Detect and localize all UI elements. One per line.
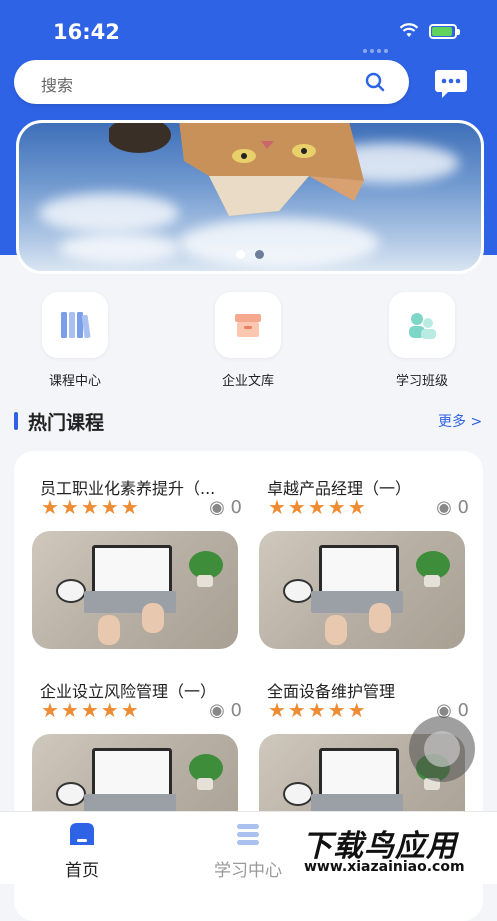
cat-image — [109, 123, 364, 216]
nav-label: 学习班级 — [395, 374, 448, 389]
rating-stars: ★★★★★ — [41, 495, 141, 519]
floating-assistive-button[interactable] — [409, 716, 475, 782]
wifi-icon — [399, 23, 419, 42]
course-thumbnail — [259, 531, 465, 649]
message-icon[interactable] — [434, 68, 468, 104]
rating-stars: ★★★★★ — [41, 698, 141, 722]
rating-stars: ★★★★★ — [268, 495, 368, 519]
course-item[interactable]: 全面设备维护管理 ★★★★★ ◉ 0 — [259, 678, 475, 852]
rating-stars: ★★★★★ — [268, 698, 368, 722]
tab-study-center[interactable]: 学习中心 — [188, 820, 308, 881]
tab-label: 首页 — [65, 861, 99, 881]
more-link[interactable]: 更多 > — [438, 411, 482, 431]
section-title: 热门课程 — [28, 412, 105, 434]
battery-icon — [429, 24, 460, 39]
nav-label: 企业文库 — [221, 374, 274, 389]
status-time: 16:42 — [53, 20, 120, 44]
views-count: ◉ 0 — [209, 497, 242, 518]
search-icon[interactable] — [365, 72, 385, 96]
nav-label: 课程中心 — [48, 374, 101, 389]
tab-label: 学习中心 — [214, 861, 282, 881]
banner-pagination — [19, 244, 481, 263]
eye-icon: ◉ — [209, 497, 231, 518]
pagination-dot[interactable] — [236, 250, 245, 259]
tab-home[interactable]: 首页 — [22, 820, 142, 881]
views-count: ◉ 0 — [209, 700, 242, 721]
watermark-url: www.xiazainiao.com — [304, 859, 465, 875]
section-accent-bar — [14, 412, 18, 430]
course-item[interactable]: 员工职业化素养提升（... ★★★★★ ◉ 0 — [32, 475, 248, 649]
signal-icon — [363, 38, 391, 57]
watermark-logo: 下载鸟应用 www.xiazainiao.com — [296, 817, 495, 881]
list-icon — [237, 824, 259, 845]
nav-course-center[interactable]: 课程中心 — [15, 292, 135, 389]
search-placeholder: 搜索 — [41, 76, 74, 95]
status-bar: 16:42 — [0, 0, 497, 60]
search-input[interactable]: 搜索 — [14, 60, 409, 104]
books-icon — [42, 292, 108, 358]
banner-carousel[interactable] — [16, 120, 484, 274]
nav-enterprise-library[interactable]: 企业文库 — [188, 292, 308, 389]
nav-study-class[interactable]: 学习班级 — [362, 292, 482, 389]
class-group-icon — [389, 292, 455, 358]
views-count: ◉ 0 — [436, 497, 469, 518]
eye-icon: ◉ — [209, 700, 231, 721]
course-item[interactable]: 企业设立风险管理（一） ★★★★★ ◉ 0 — [32, 678, 248, 852]
home-icon — [70, 823, 94, 845]
eye-icon: ◉ — [436, 497, 458, 518]
archive-box-icon — [215, 292, 281, 358]
course-thumbnail — [32, 531, 238, 649]
pagination-dot[interactable] — [255, 250, 264, 259]
course-item[interactable]: 卓越产品经理（一） ★★★★★ ◉ 0 — [259, 475, 475, 649]
